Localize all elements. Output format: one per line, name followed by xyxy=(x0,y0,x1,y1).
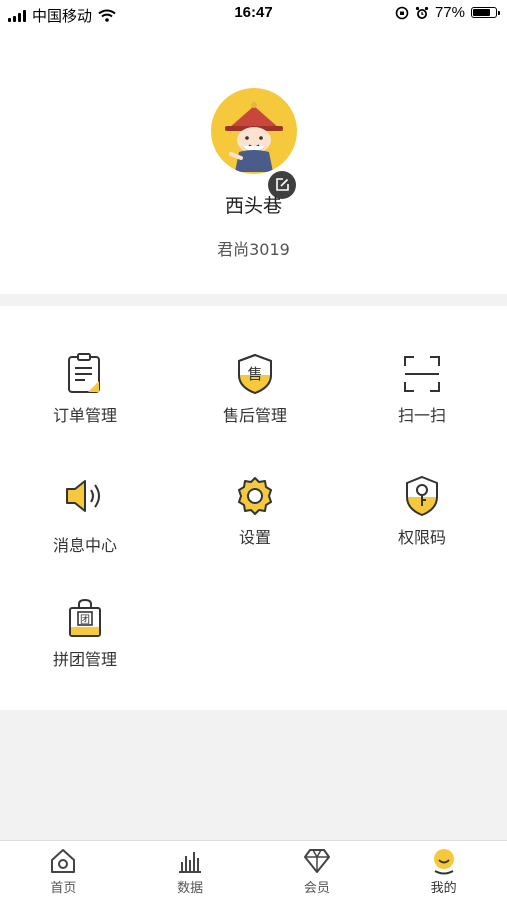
tab-label: 我的 xyxy=(430,881,457,896)
profile-section: 西头巷 君尚3019 xyxy=(0,28,507,294)
svg-text:团: 团 xyxy=(80,614,90,626)
profile-icon xyxy=(433,849,454,875)
tab-label: 数据 xyxy=(177,881,204,896)
menu-label: 扫一扫 xyxy=(397,406,446,425)
tab-label: 首页 xyxy=(50,881,77,896)
menu-label: 设置 xyxy=(238,528,271,547)
bar-chart-icon xyxy=(179,852,202,873)
battery-percent: 77% xyxy=(434,4,465,21)
menu-label: 权限码 xyxy=(397,528,446,547)
speaker-icon xyxy=(66,480,100,512)
scan-icon xyxy=(404,356,440,392)
menu-item-permission-code[interactable]: 权限码 xyxy=(337,474,507,548)
menu-item-scan[interactable]: 扫一扫 xyxy=(337,352,507,426)
tab-home[interactable]: 首页 xyxy=(0,841,127,901)
after-sales-icon: 售 xyxy=(238,353,272,395)
menu-label: 订单管理 xyxy=(52,406,117,425)
order-icon xyxy=(68,353,100,393)
status-right: 77% xyxy=(395,4,500,21)
menu-item-group-buy[interactable]: 团 拼团管理 xyxy=(0,596,170,670)
menu-grid: 订单管理 售 售后管理 扫一扫 消息中心 设置 权限码 团 拼团管理 xyxy=(0,306,507,710)
alarm-icon xyxy=(415,6,429,19)
status-bar: 中国移动 16:47 77% xyxy=(0,0,507,28)
shop-name: 君尚3019 xyxy=(217,240,290,259)
permission-key-icon xyxy=(406,475,438,517)
tab-bar: 首页 数据 会员 我的 xyxy=(0,840,507,901)
home-icon xyxy=(51,849,76,873)
tab-mine[interactable]: 我的 xyxy=(380,841,507,901)
gear-icon xyxy=(238,477,272,515)
menu-item-message-center[interactable]: 消息中心 xyxy=(0,474,170,556)
avatar[interactable] xyxy=(211,88,297,174)
tab-data[interactable]: 数据 xyxy=(127,841,254,901)
user-name: 西头巷 xyxy=(224,195,282,217)
diamond-icon xyxy=(303,849,330,873)
tab-members[interactable]: 会员 xyxy=(254,841,381,901)
battery-icon xyxy=(471,7,500,18)
menu-label: 拼团管理 xyxy=(52,650,117,669)
avatar-character-icon xyxy=(225,102,283,172)
menu-label: 售后管理 xyxy=(222,406,287,425)
svg-text:售: 售 xyxy=(247,365,262,383)
group-buy-bag-icon: 团 xyxy=(69,598,101,637)
menu-label: 消息中心 xyxy=(52,536,117,555)
orientation-lock-icon xyxy=(395,6,409,19)
menu-item-after-sales[interactable]: 售 售后管理 xyxy=(170,352,340,426)
tab-label: 会员 xyxy=(303,881,330,896)
menu-item-settings[interactable]: 设置 xyxy=(170,474,340,548)
menu-item-order-management[interactable]: 订单管理 xyxy=(0,352,170,426)
